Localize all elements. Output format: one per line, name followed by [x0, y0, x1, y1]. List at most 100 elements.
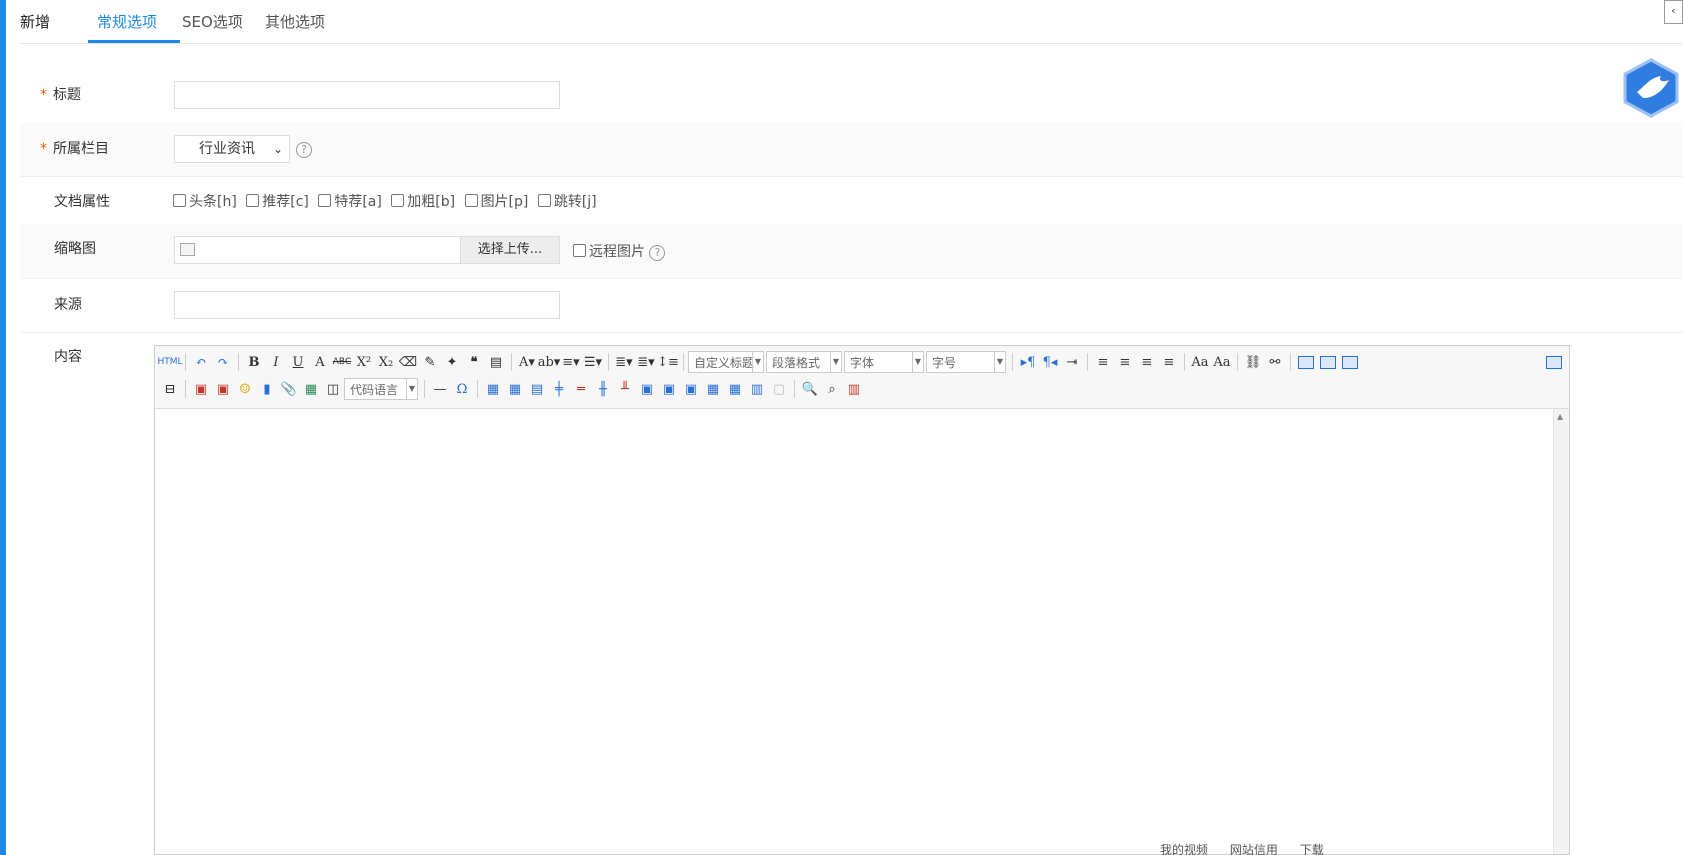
- insert-paragraph-before-table-icon[interactable]: ▤: [526, 378, 548, 400]
- attr-bold[interactable]: 加粗[b]: [391, 194, 455, 210]
- collapse-arrow-icon[interactable]: ‹: [1664, 0, 1683, 24]
- upload-button[interactable]: 选择上传...: [460, 237, 559, 263]
- checkbox[interactable]: [537, 194, 551, 207]
- my-video-item[interactable]: 我的视频: [1160, 843, 1208, 855]
- custom-heading-combo[interactable]: 自定义标题 ▼: [688, 351, 764, 373]
- help-icon[interactable]: ?: [296, 142, 312, 158]
- font-color-icon[interactable]: A▾: [516, 351, 538, 373]
- delete-row-icon[interactable]: ═: [570, 378, 592, 400]
- strikethrough-icon[interactable]: ABC: [331, 351, 353, 373]
- superscript-icon[interactable]: X²: [353, 351, 375, 373]
- image-float-right-icon[interactable]: [1339, 351, 1361, 373]
- category-select[interactable]: 行业资讯 ⌄: [174, 135, 290, 163]
- format-painter-icon[interactable]: ✎: [419, 351, 441, 373]
- special-char-icon[interactable]: Ω: [451, 378, 473, 400]
- font-family-combo[interactable]: 字体 ▼: [844, 351, 924, 373]
- editor-scrollbar[interactable]: ▲: [1553, 409, 1569, 854]
- redo-icon[interactable]: ↷: [212, 351, 234, 373]
- checkbox[interactable]: [391, 194, 405, 207]
- line-height-icon[interactable]: ↕≡: [657, 351, 679, 373]
- attr-special[interactable]: 特荐[a]: [318, 194, 382, 210]
- subscript-icon[interactable]: X₂: [375, 351, 397, 373]
- image-float-left-icon[interactable]: [1317, 351, 1339, 373]
- code-language-combo[interactable]: 代码语言 ▼: [344, 378, 418, 400]
- row-spacing-bottom-icon[interactable]: ≣▾: [635, 351, 657, 373]
- paragraph-format-combo[interactable]: 段落格式 ▼: [766, 351, 842, 373]
- chart-icon[interactable]: ▢: [768, 378, 790, 400]
- insert-image-icon[interactable]: ▣: [212, 378, 234, 400]
- insert-video-icon[interactable]: ▮: [256, 378, 278, 400]
- lowercase-icon[interactable]: Aa: [1211, 351, 1233, 373]
- checkbox[interactable]: [464, 194, 478, 207]
- checkbox[interactable]: [173, 194, 186, 207]
- horizontal-rule-icon[interactable]: —: [429, 378, 451, 400]
- title-input[interactable]: [174, 81, 560, 109]
- blockquote-icon[interactable]: ❝: [463, 351, 485, 373]
- insert-row-icon[interactable]: ╪: [548, 378, 570, 400]
- thumbnail-input[interactable]: 选择上传...: [174, 236, 560, 264]
- merge-cells-icon[interactable]: ▣: [636, 378, 658, 400]
- attr-headline[interactable]: 头条[h]: [173, 194, 237, 210]
- merge-right-icon[interactable]: ▣: [658, 378, 680, 400]
- insert-table-icon[interactable]: ▦: [482, 378, 504, 400]
- attr-image[interactable]: 图片[p]: [464, 194, 528, 210]
- eraser-icon[interactable]: ⌫: [397, 351, 419, 373]
- checkbox[interactable]: [318, 194, 332, 207]
- underline-icon[interactable]: U: [287, 351, 309, 373]
- rich-text-editor[interactable]: HTML ↶ ↷ B I U A ABC X² X₂ ⌫ ✎ ✦ ❝ ▤ A▾ …: [154, 345, 1570, 855]
- unordered-list-icon[interactable]: ☰▾: [582, 351, 604, 373]
- attachment-icon[interactable]: 📎: [278, 378, 300, 400]
- delete-table-icon[interactable]: ▦: [504, 378, 526, 400]
- split-to-rows-icon[interactable]: ▦: [724, 378, 746, 400]
- rtl-icon[interactable]: ¶◂: [1039, 351, 1061, 373]
- site-credit-item[interactable]: 网站信用: [1230, 843, 1278, 855]
- align-justify-icon[interactable]: ≡: [1158, 351, 1180, 373]
- scroll-up-icon[interactable]: ▲: [1557, 412, 1563, 421]
- image-center-icon[interactable]: ⊟: [159, 378, 181, 400]
- map-icon[interactable]: ▦: [300, 378, 322, 400]
- ltr-icon[interactable]: ▸¶: [1017, 351, 1039, 373]
- source-input[interactable]: [174, 291, 560, 319]
- undo-icon[interactable]: ↶: [190, 351, 212, 373]
- font-size-combo[interactable]: 字号 ▼: [926, 351, 1006, 373]
- font-border-icon[interactable]: A: [309, 351, 331, 373]
- html-source-icon[interactable]: HTML: [157, 351, 182, 373]
- delete-col-icon[interactable]: ╨: [614, 378, 636, 400]
- merge-down-icon[interactable]: ▣: [680, 378, 702, 400]
- emotion-icon[interactable]: ☺: [234, 378, 256, 400]
- align-right-icon[interactable]: ≡: [1136, 351, 1158, 373]
- insert-col-icon[interactable]: ╫: [592, 378, 614, 400]
- split-to-cols-icon[interactable]: ▥: [746, 378, 768, 400]
- tab-other[interactable]: 其他选项: [265, 11, 325, 32]
- checkbox[interactable]: [573, 244, 586, 257]
- preview-icon[interactable]: 🔍: [799, 378, 821, 400]
- bold-icon[interactable]: B: [243, 351, 265, 373]
- checkbox[interactable]: [246, 194, 260, 207]
- align-center-icon[interactable]: ≡: [1114, 351, 1136, 373]
- attr-redirect[interactable]: 跳转[j]: [537, 194, 597, 210]
- background-color-icon[interactable]: ab▾: [538, 351, 561, 373]
- attr-recommend[interactable]: 推荐[c]: [246, 194, 309, 210]
- simple-upload-icon[interactable]: ▣: [190, 378, 212, 400]
- align-left-icon[interactable]: ≡: [1092, 351, 1114, 373]
- auto-format-icon[interactable]: ✦: [441, 351, 463, 373]
- insert-frame-icon[interactable]: ◫: [322, 378, 344, 400]
- indent-icon[interactable]: ⇥: [1061, 351, 1083, 373]
- link-icon[interactable]: ⛓: [1242, 351, 1264, 373]
- ordered-list-icon[interactable]: ≡▾: [560, 351, 582, 373]
- fullscreen-icon[interactable]: [1543, 351, 1565, 373]
- split-to-cells-icon[interactable]: ▦: [702, 378, 724, 400]
- unlink-icon[interactable]: ⚯: [1264, 351, 1286, 373]
- template-icon[interactable]: ▥: [843, 378, 865, 400]
- uppercase-icon[interactable]: Aa: [1189, 351, 1211, 373]
- row-spacing-top-icon[interactable]: ≣▾: [613, 351, 635, 373]
- download-item[interactable]: 下载: [1300, 843, 1324, 855]
- tab-seo[interactable]: SEO选项: [182, 11, 243, 32]
- search-replace-icon[interactable]: ⌕: [821, 378, 843, 400]
- help-icon[interactable]: ?: [649, 245, 666, 261]
- tab-general[interactable]: 常规选项: [97, 11, 157, 32]
- italic-icon[interactable]: I: [265, 351, 287, 373]
- remote-image-option[interactable]: 远程图片 ?: [573, 241, 666, 261]
- image-float-none-icon[interactable]: [1295, 351, 1317, 373]
- paste-plain-icon[interactable]: ▤: [485, 351, 507, 373]
